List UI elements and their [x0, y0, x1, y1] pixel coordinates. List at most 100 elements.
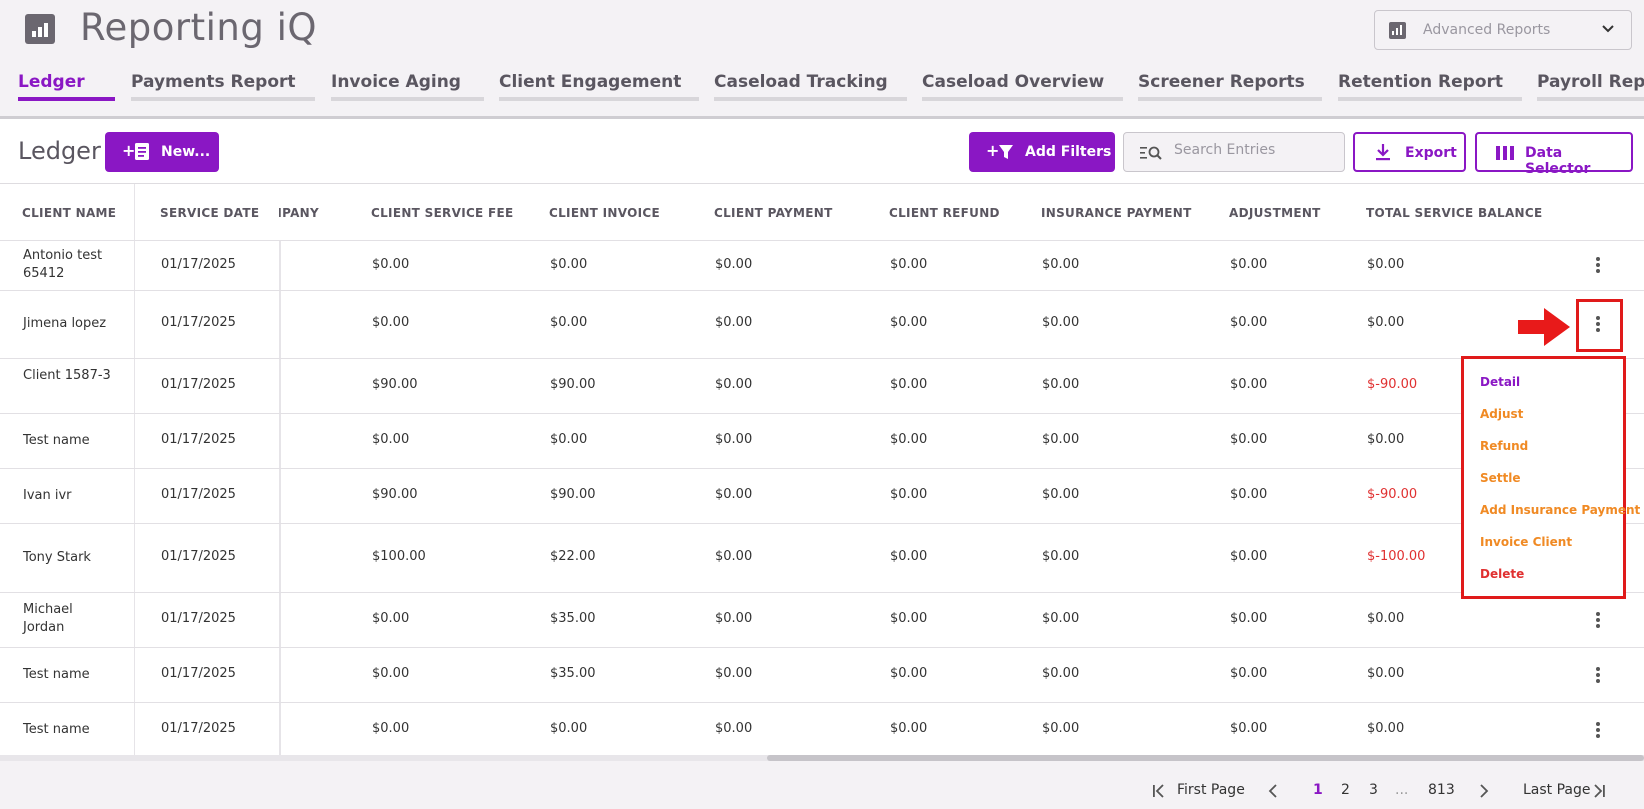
cell-client-payment: $0.00 — [715, 315, 753, 330]
app-title: Reporting iQ — [80, 6, 318, 49]
last-page-link[interactable]: Last Page — [1523, 782, 1591, 798]
cell-client-invoice: $0.00 — [550, 432, 588, 447]
document-icon — [135, 143, 149, 160]
search-list-icon — [1140, 146, 1162, 160]
cell-insurance-payment: $0.00 — [1042, 611, 1080, 626]
cell-adjustment: $0.00 — [1230, 549, 1268, 564]
first-page-link[interactable]: First Page — [1177, 782, 1245, 798]
menu-item-refund[interactable]: Refund — [1480, 439, 1528, 453]
app-logo-icon — [25, 14, 55, 44]
cell-service-date: 01/17/2025 — [161, 549, 236, 564]
menu-item-invoice-client[interactable]: Invoice Client — [1480, 535, 1572, 549]
menu-item-add-insurance-payment[interactable]: Add Insurance Payment — [1480, 503, 1640, 517]
cell-service-date: 01/17/2025 — [161, 487, 236, 502]
cell-client-refund: $0.00 — [890, 611, 928, 626]
table-row[interactable]: Antonio test 65412 01/17/2025 $0.00 $0.0… — [0, 240, 1644, 290]
tab-payroll-report[interactable]: Payroll Repo — [1537, 72, 1644, 102]
row-actions-kebab-icon[interactable] — [1593, 255, 1603, 275]
last-page-icon[interactable] — [1592, 784, 1606, 798]
tab-ledger[interactable]: Ledger — [18, 72, 115, 102]
cell-client-name[interactable]: Test name — [23, 666, 133, 684]
column-header-total-service-balance[interactable]: TOTAL SERVICE BALANCE — [1366, 206, 1542, 220]
cell-client-payment: $0.00 — [715, 432, 753, 447]
page-link-2[interactable]: 2 — [1341, 782, 1350, 798]
tab-payments-report[interactable]: Payments Report — [131, 72, 315, 102]
data-selector-button[interactable]: Data Selector — [1475, 132, 1633, 177]
cell-client-name[interactable]: Antonio test 65412 — [23, 247, 113, 283]
cell-client-name[interactable]: Tony Stark — [23, 549, 133, 567]
column-header-client-refund[interactable]: CLIENT REFUND — [889, 206, 1000, 220]
menu-item-settle[interactable]: Settle — [1480, 471, 1521, 485]
table-row[interactable]: Jimena lopez 01/17/2025 $0.00 $0.00 $0.0… — [0, 290, 1644, 358]
cell-client-invoice: $22.00 — [550, 549, 596, 564]
first-page-icon[interactable] — [1152, 784, 1166, 798]
cell-client-payment: $0.00 — [715, 611, 753, 626]
cell-service-date: 01/17/2025 — [161, 666, 236, 681]
tab-client-engagement[interactable]: Client Engagement — [499, 72, 699, 102]
column-header-client-service-fee[interactable]: CLIENT SERVICE FEE — [371, 206, 514, 220]
cell-client-name[interactable]: Michael Jordan — [23, 601, 113, 637]
page-title: Ledger — [18, 137, 101, 165]
menu-item-adjust[interactable]: Adjust — [1480, 407, 1523, 421]
cell-insurance-payment: $0.00 — [1042, 549, 1080, 564]
export-button[interactable]: Export — [1353, 132, 1466, 172]
next-page-icon[interactable] — [1479, 784, 1489, 798]
highlight-box — [1576, 299, 1623, 352]
cell-client-name[interactable]: Jimena lopez — [23, 315, 113, 333]
menu-item-delete[interactable]: Delete — [1480, 567, 1524, 581]
row-actions-kebab-icon[interactable] — [1593, 665, 1603, 685]
table-row[interactable]: Test name 01/17/2025 $0.00 $35.00 $0.00 … — [0, 647, 1644, 702]
cell-client-name[interactable]: Ivan ivr — [23, 487, 113, 505]
column-header-client-name[interactable]: CLIENT NAME — [22, 206, 116, 220]
cell-client-name[interactable]: Client 1587-3 — [23, 367, 113, 385]
column-header-company[interactable]: MPANY — [279, 206, 319, 220]
table-row[interactable]: Client 1587-3 01/17/2025 $90.00 $90.00 $… — [0, 358, 1644, 413]
cell-client-payment: $0.00 — [715, 257, 753, 272]
cell-client-payment: $0.00 — [715, 666, 753, 681]
table-row[interactable]: Tony Stark 01/17/2025 $100.00 $22.00 $0.… — [0, 523, 1644, 592]
table-row[interactable]: Michael Jordan 01/17/2025 $0.00 $35.00 $… — [0, 592, 1644, 647]
tab-screener-reports[interactable]: Screener Reports — [1138, 72, 1322, 102]
cell-client-payment: $0.00 — [715, 549, 753, 564]
page-link-3[interactable]: 3 — [1369, 782, 1378, 798]
menu-item-detail[interactable]: Detail — [1480, 375, 1520, 389]
tab-retention-report[interactable]: Retention Report — [1338, 72, 1522, 102]
add-filters-button[interactable]: + Add Filters — [969, 132, 1115, 172]
cell-client-payment: $0.00 — [715, 721, 753, 736]
cell-adjustment: $0.00 — [1230, 377, 1268, 392]
row-actions-kebab-icon[interactable] — [1593, 720, 1603, 740]
cell-adjustment: $0.00 — [1230, 315, 1268, 330]
column-header-client-payment[interactable]: CLIENT PAYMENT — [714, 206, 833, 220]
ledger-table: CLIENT NAME SERVICE DATE MPANY CLIENT SE… — [0, 183, 1644, 758]
page-link-last-number[interactable]: 813 — [1428, 782, 1455, 798]
column-header-client-invoice[interactable]: CLIENT INVOICE — [549, 206, 660, 220]
page-link-1[interactable]: 1 — [1313, 782, 1323, 798]
cell-client-refund: $0.00 — [890, 721, 928, 736]
column-header-insurance-payment[interactable]: INSURANCE PAYMENT — [1041, 206, 1192, 220]
horizontal-scrollbar-thumb[interactable] — [767, 755, 1644, 761]
new-entry-button[interactable]: + New... — [105, 132, 219, 172]
tab-invoice-aging[interactable]: Invoice Aging — [331, 72, 484, 102]
app-header: Reporting iQ Advanced Reports Ledger Pay… — [0, 0, 1644, 119]
cell-client-service-fee: $0.00 — [372, 721, 410, 736]
table-row[interactable]: Test name 01/17/2025 $0.00 $0.00 $0.00 $… — [0, 702, 1644, 757]
table-row[interactable]: Ivan ivr 01/17/2025 $90.00 $90.00 $0.00 … — [0, 468, 1644, 523]
cell-client-name[interactable]: Test name — [23, 432, 133, 450]
tab-caseload-overview[interactable]: Caseload Overview — [922, 72, 1123, 102]
search-input[interactable] — [1174, 142, 1334, 158]
table-row[interactable]: Test name 01/17/2025 $0.00 $0.00 $0.00 $… — [0, 413, 1644, 468]
tab-caseload-tracking[interactable]: Caseload Tracking — [714, 72, 907, 102]
prev-page-icon[interactable] — [1268, 784, 1278, 798]
column-header-service-date[interactable]: SERVICE DATE — [160, 206, 259, 220]
cell-service-date: 01/17/2025 — [161, 315, 236, 330]
report-type-select[interactable]: Advanced Reports — [1374, 10, 1632, 50]
row-actions-kebab-icon[interactable] — [1593, 610, 1603, 630]
cell-client-refund: $0.00 — [890, 315, 928, 330]
cell-service-date: 01/17/2025 — [161, 257, 236, 272]
cell-adjustment: $0.00 — [1230, 487, 1268, 502]
cell-client-name[interactable]: Test name — [23, 721, 133, 739]
page-ellipsis: ... — [1395, 782, 1409, 798]
pointer-arrow-icon — [1518, 308, 1570, 346]
cell-total-service-balance: $0.00 — [1367, 721, 1405, 736]
column-header-adjustment[interactable]: ADJUSTMENT — [1229, 206, 1321, 220]
